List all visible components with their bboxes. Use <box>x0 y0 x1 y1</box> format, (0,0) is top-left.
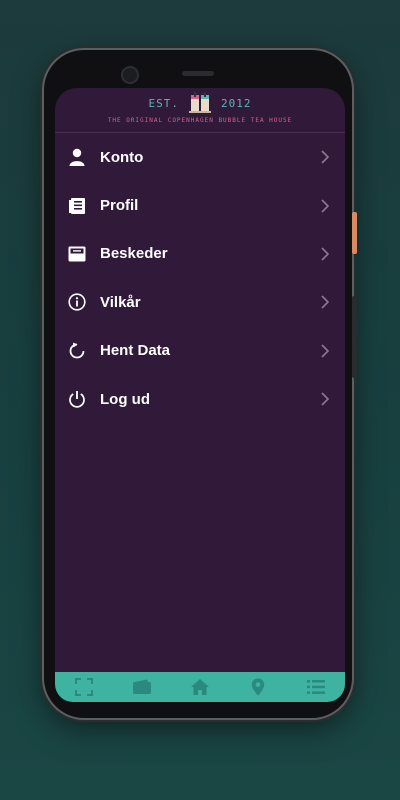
menu-item-label: Profil <box>100 197 139 215</box>
menu-item-label: Beskeder <box>100 245 168 263</box>
chevron-right-icon <box>321 199 330 213</box>
logo: EST. 2012 <box>149 92 252 114</box>
menu-item-label: Log ud <box>100 390 150 408</box>
menu-item-konto[interactable]: Konto <box>55 133 345 181</box>
power-button <box>352 212 357 254</box>
user-icon <box>67 147 87 167</box>
scan-icon[interactable] <box>74 678 94 696</box>
home-icon[interactable] <box>190 678 210 696</box>
chevron-right-icon <box>321 247 330 261</box>
menu-item-label: Hent Data <box>100 342 171 360</box>
chevron-right-icon <box>321 295 330 309</box>
menu-item-beskeder[interactable]: Beskeder <box>55 230 345 278</box>
menu-item-label: Vilkår <box>100 293 141 311</box>
chevron-right-icon <box>321 392 330 406</box>
chevron-right-icon <box>321 150 330 164</box>
menu-item-profil[interactable]: Profil <box>55 181 345 229</box>
menu-item-vilkar[interactable]: Vilkår <box>55 278 345 326</box>
menu-list-icon[interactable] <box>306 678 326 696</box>
volume-button <box>352 296 357 378</box>
settings-menu: Konto Profil Beskeder Vilkår Hent Data L… <box>55 133 345 423</box>
wallet-icon[interactable] <box>132 678 152 696</box>
logo-cups-icon <box>189 92 211 113</box>
inbox-icon <box>67 244 87 264</box>
year-label: 2012 <box>221 96 252 110</box>
refresh-icon <box>67 341 87 361</box>
location-pin-icon[interactable] <box>248 678 268 696</box>
app-screen: EST. 2012 THE ORIGINAL COPENHAGEN BUBBLE… <box>55 88 345 702</box>
front-camera <box>121 66 139 84</box>
menu-item-log-ud[interactable]: Log ud <box>55 375 345 423</box>
tagline: THE ORIGINAL COPENHAGEN BUBBLE TEA HOUSE <box>107 117 293 124</box>
bottom-navigation <box>55 672 345 702</box>
profile-card-icon <box>67 196 87 216</box>
chevron-right-icon <box>321 344 330 358</box>
menu-item-label: Konto <box>100 148 144 166</box>
earpiece-speaker <box>182 71 214 76</box>
power-icon <box>67 389 87 409</box>
menu-item-hent-data[interactable]: Hent Data <box>55 327 345 375</box>
est-label: EST. <box>148 96 179 110</box>
app-header: EST. 2012 THE ORIGINAL COPENHAGEN BUBBLE… <box>55 88 345 133</box>
info-icon <box>67 292 87 312</box>
